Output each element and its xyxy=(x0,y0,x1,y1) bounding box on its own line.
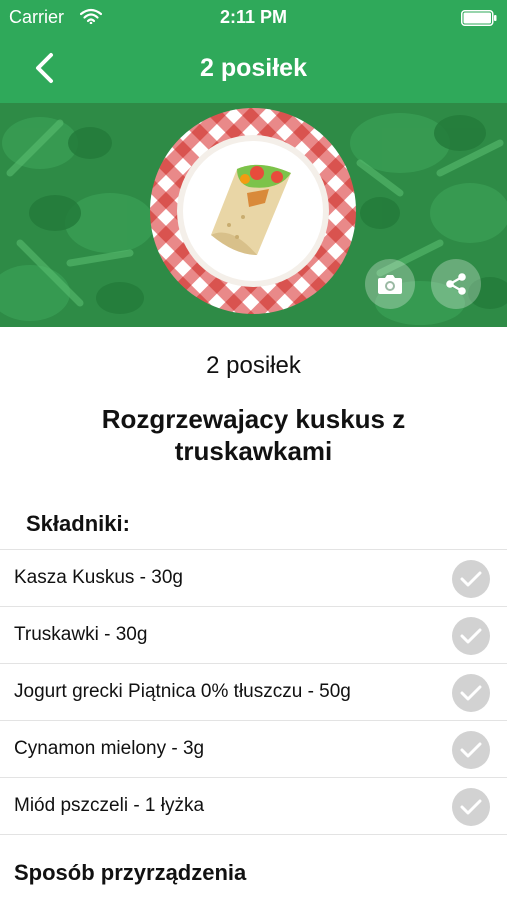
share-button[interactable] xyxy=(431,259,481,309)
checkmark-icon xyxy=(460,799,482,815)
hero-image xyxy=(0,103,507,327)
nav-bar: 2 posiłek xyxy=(0,36,507,103)
check-button[interactable] xyxy=(452,560,490,598)
check-button[interactable] xyxy=(452,674,490,712)
meal-label: 2 posiłek xyxy=(206,352,301,379)
check-button[interactable] xyxy=(452,731,490,769)
ingredients-heading: Składniki: xyxy=(26,511,130,536)
share-icon xyxy=(446,273,466,295)
ingredient-row: Kasza Kuskus - 30g xyxy=(0,550,507,607)
battery-icon xyxy=(461,10,497,26)
ingredient-name: Miód pszczeli - 1 łyżka xyxy=(14,795,205,816)
ingredient-name: Jogurt grecki Piątnica 0% tłuszczu - 50g xyxy=(14,681,351,702)
preparation-heading: Sposób przyrządzenia xyxy=(14,860,247,885)
ingredient-name: Cynamon mielony - 3g xyxy=(14,738,205,759)
status-time: 2:11 PM xyxy=(219,7,288,27)
camera-button[interactable] xyxy=(365,259,415,309)
ingredient-name: Truskawki - 30g xyxy=(14,624,148,645)
check-button[interactable] xyxy=(452,617,490,655)
checkmark-icon xyxy=(460,571,482,587)
ingredient-row: Cynamon mielony - 3g xyxy=(0,721,507,778)
page-title: 2 posiłek xyxy=(200,54,307,82)
ingredient-name: Kasza Kuskus - 30g xyxy=(14,567,183,588)
checkmark-icon xyxy=(460,628,482,644)
ingredient-row: Miód pszczeli - 1 łyżka xyxy=(0,778,507,835)
checkmark-icon xyxy=(460,742,482,758)
ingredient-row: Jogurt grecki Piątnica 0% tłuszczu - 50g xyxy=(0,664,507,721)
camera-icon xyxy=(378,275,402,294)
meal-wrap-on-plate xyxy=(150,108,356,314)
ingredient-row: Truskawki - 30g xyxy=(0,607,507,664)
check-button[interactable] xyxy=(452,788,490,826)
status-bar: Carrier 2:11 PM xyxy=(0,0,507,36)
checkmark-icon xyxy=(460,685,482,701)
recipe-title: Rozgrzewajacy kuskus z truskawkami xyxy=(101,404,406,466)
ingredients-list: Kasza Kuskus - 30g Truskawki - 30g Jogur… xyxy=(0,549,507,835)
app-header: Carrier 2:11 PM 2 posiłek xyxy=(0,0,507,103)
